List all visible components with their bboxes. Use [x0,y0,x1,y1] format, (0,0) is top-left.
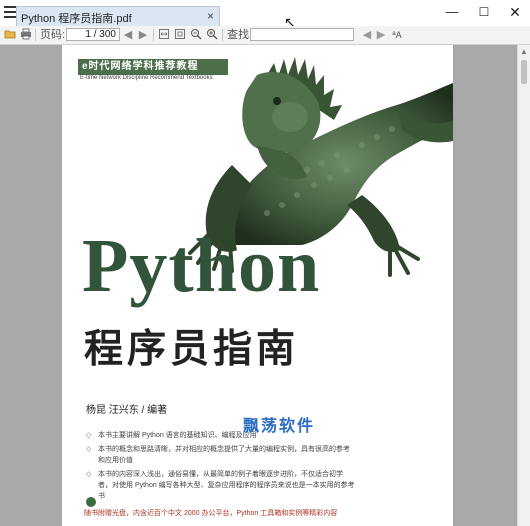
series-subtitle: E-time Network Discipline Recommend Text… [80,75,213,81]
title-bar: Python 程序员指南.pdf × ↖ — ☐ ✕ [0,0,530,30]
series-banner: e时代网络学科推荐教程 [78,59,228,75]
zoom-out-icon[interactable] [189,28,203,42]
cover-title-latin: Python [82,224,321,308]
toolbar-divider [35,29,36,41]
page-label: 页码: [40,29,66,41]
pdf-page: e时代网络学科推荐教程 E-time Network Discipline Re… [62,45,453,526]
cd-icon [86,497,96,507]
cover-bullet: 本书的概念和思路清晰，并对相应的概念提供了大量的编程实例，具有很高的参考和应用价… [86,444,356,466]
cover-bullet: 本书的内容深入浅出，通俗易懂，从最简单的例子着眼逐步进阶，不仅适合初学者，对使用… [86,469,356,502]
tab-document[interactable]: Python 程序员指南.pdf × [16,6,220,26]
cover-bullet-list: 本书主要讲解 Python 语言的基础知识、编程及应用 本书的概念和思路清晰，并… [86,430,356,505]
cover-footer-note: 随书附赠光盘，内含近百个中文 2000 办公平台，Python 工具箱和实例等精… [84,510,338,517]
toolbar: 页码: 1 / 300 ◀ ▶ 查找: ◀ ▶ ªA [0,26,530,45]
toolbar-divider [153,29,154,41]
page-number-input[interactable]: 1 / 300 [66,28,120,41]
fit-width-icon[interactable] [157,28,171,42]
match-case-icon[interactable]: ªA [390,28,404,42]
hamburger-menu-icon[interactable] [4,6,16,18]
open-folder-icon[interactable] [3,28,17,42]
find-previous-icon[interactable]: ◀ [360,28,374,42]
next-page-icon[interactable]: ▶ [136,28,150,42]
zoom-in-icon[interactable] [205,28,219,42]
close-tab-icon[interactable]: × [207,9,214,23]
close-window-button[interactable]: ✕ [500,2,530,22]
cover-title-chinese: 程序员指南 [84,328,300,371]
cover-authors: 杨昆 汪兴东 / 编著 [86,405,168,416]
vertical-scrollbar[interactable]: ▲ [517,45,530,526]
maximize-button[interactable]: ☐ [469,2,499,22]
previous-page-icon[interactable]: ◀ [121,28,135,42]
toolbar-divider [222,29,223,41]
find-input[interactable] [250,28,354,41]
fit-page-icon[interactable] [173,28,187,42]
cover-bullet: 本书主要讲解 Python 语言的基础知识、编程及应用 [86,430,356,441]
find-next-icon[interactable]: ▶ [374,28,388,42]
minimize-button[interactable]: — [437,2,467,22]
tab-title: Python 程序员指南.pdf [21,13,132,25]
scroll-up-icon[interactable]: ▲ [520,47,528,56]
scroll-thumb[interactable] [521,60,527,84]
find-label: 查找: [227,29,253,41]
page-total: / 300 [90,29,116,40]
print-icon[interactable] [19,28,33,42]
site-watermark: 飘荡软件 [243,418,316,435]
